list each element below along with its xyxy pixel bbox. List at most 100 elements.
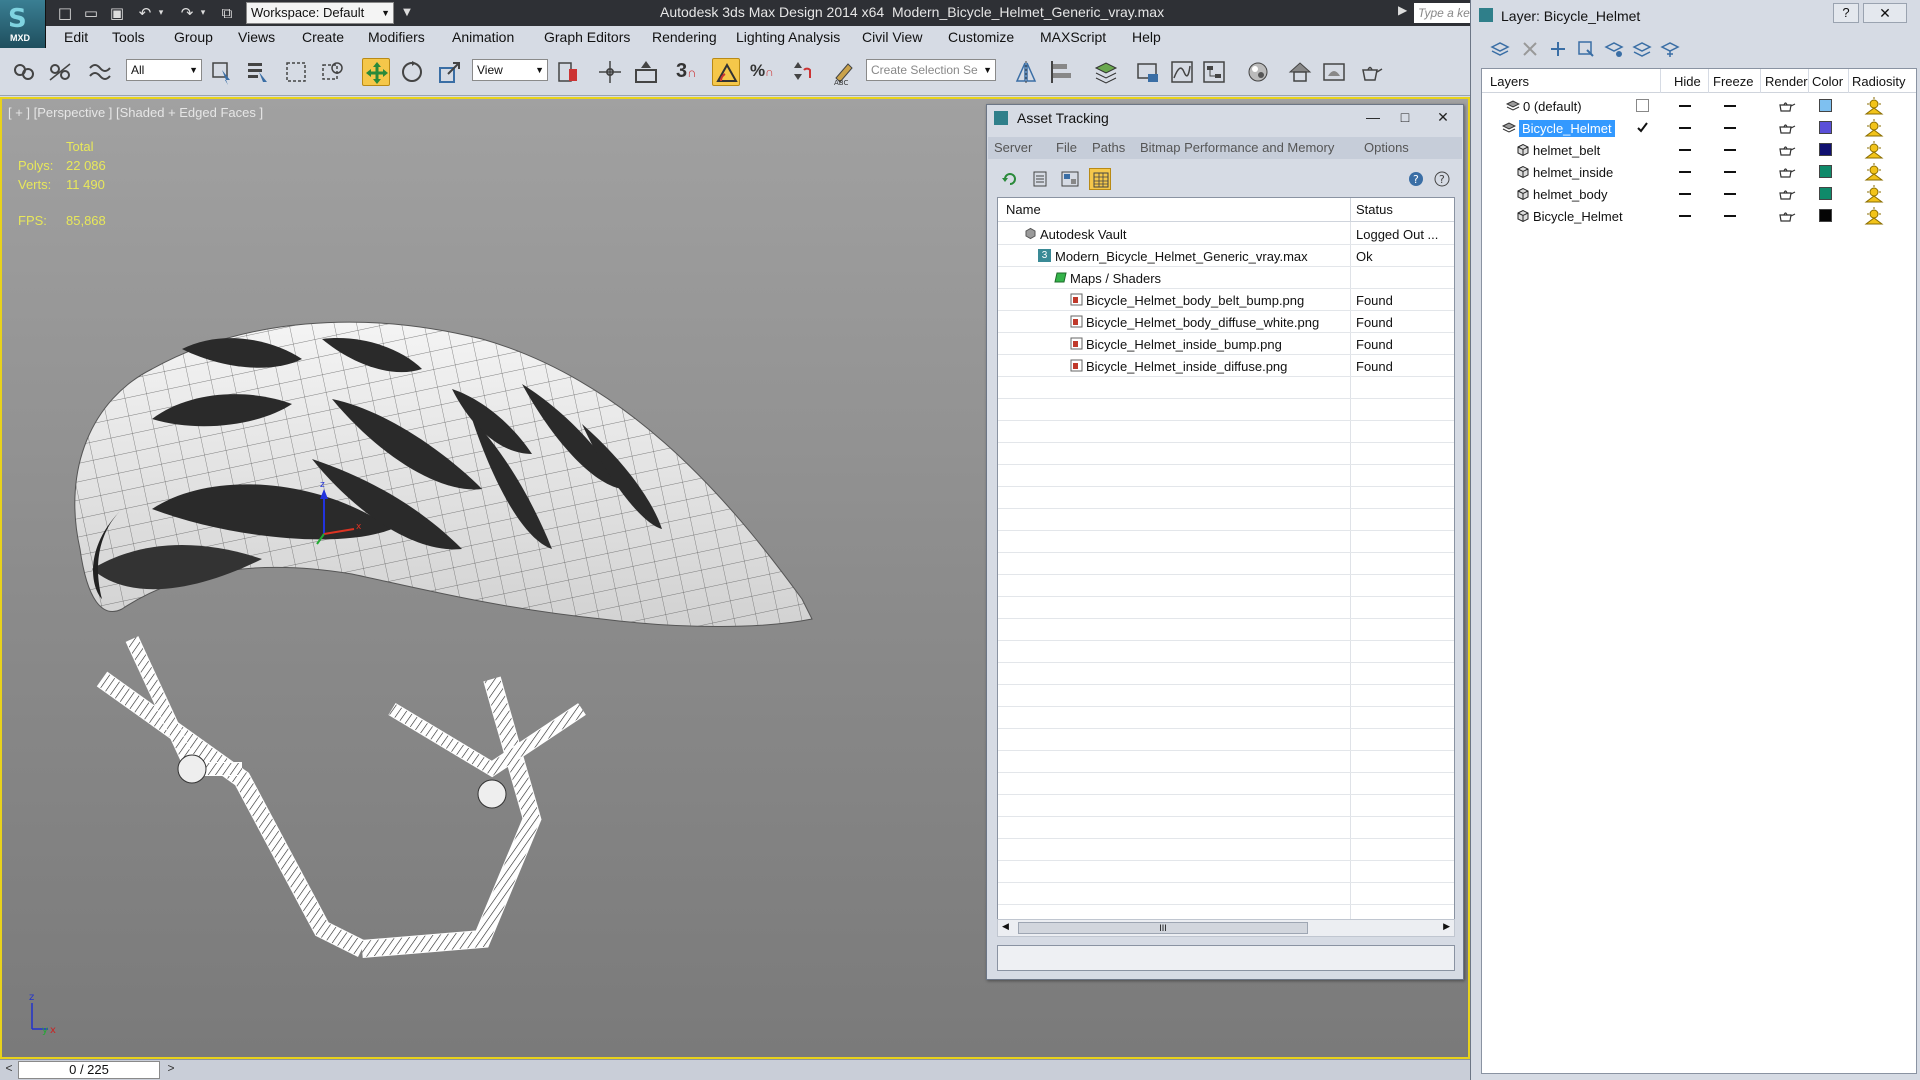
list-view-icon[interactable] — [1029, 168, 1051, 190]
select-object-icon[interactable] — [208, 58, 236, 86]
delete-layer-icon[interactable] — [1519, 38, 1541, 60]
render-teapot-icon[interactable] — [1776, 186, 1796, 202]
viewport-label[interactable]: [ + ] [Perspective ] [Shaded + Edged Fac… — [8, 105, 263, 120]
asset-menu-bitmap-performance[interactable]: Bitmap Performance and Memory — [1140, 140, 1334, 155]
refresh-icon[interactable] — [999, 168, 1021, 190]
keyboard-shortcut-override-icon[interactable] — [632, 58, 660, 86]
radiosity-icon[interactable] — [1863, 184, 1885, 204]
layer-manager-titlebar[interactable]: Layer: Bicycle_Helmet ? ✕ — [1471, 0, 1920, 30]
freeze-toggle[interactable] — [1724, 215, 1736, 217]
column-layers-header[interactable]: Layers — [1490, 74, 1529, 89]
layer-color-swatch[interactable] — [1819, 121, 1832, 134]
render-teapot-icon[interactable] — [1776, 164, 1796, 180]
menu-customize[interactable]: Customize — [948, 29, 1014, 45]
hide-toggle[interactable] — [1679, 193, 1691, 195]
link-icon[interactable] — [10, 58, 38, 86]
menu-civil-view[interactable]: Civil View — [862, 29, 922, 45]
hide-toggle[interactable] — [1679, 215, 1691, 217]
menu-group[interactable]: Group — [174, 29, 213, 45]
menu-views[interactable]: Views — [238, 29, 275, 45]
freeze-toggle[interactable] — [1724, 149, 1736, 151]
workspace-dropdown[interactable]: Workspace: Default ▼ — [246, 2, 394, 24]
save-icon[interactable]: ▣ — [106, 3, 128, 23]
customize-qat-icon[interactable]: ▼ — [396, 3, 418, 23]
asset-row[interactable]: 3 Modern_Bicycle_Helmet_Generic_vray.max… — [998, 245, 1454, 267]
asset-tracking-titlebar[interactable]: Asset Tracking — □ ✕ — [987, 105, 1463, 131]
redo-dropdown-icon[interactable]: ▾ — [192, 3, 214, 23]
project-folder-icon[interactable]: ⧉ — [216, 3, 238, 23]
layer-row[interactable]: Bicycle_Helmet — [1482, 117, 1916, 139]
menu-create[interactable]: Create — [302, 29, 344, 45]
selection-filter-dropdown[interactable]: All ▼ — [126, 59, 202, 81]
select-objects-in-layer-icon[interactable] — [1575, 38, 1597, 60]
named-selection-sets-dropdown[interactable]: Create Selection Se ▼ — [866, 59, 996, 81]
radiosity-icon[interactable] — [1863, 206, 1885, 226]
graphite-toolbar-icon[interactable] — [1134, 58, 1162, 86]
bind-space-warp-icon[interactable] — [86, 58, 114, 86]
asset-list[interactable]: Name Status Autodesk Vault Logged Out ..… — [997, 197, 1455, 937]
asset-menu-server[interactable]: Server — [994, 140, 1032, 155]
scale-icon[interactable] — [436, 58, 464, 86]
menu-help[interactable]: Help — [1132, 29, 1161, 45]
angle-snap-icon[interactable] — [712, 58, 740, 86]
freeze-toggle[interactable] — [1724, 127, 1736, 129]
asset-row[interactable]: Autodesk Vault Logged Out ... — [998, 223, 1454, 245]
radiosity-icon[interactable] — [1863, 140, 1885, 160]
search-input[interactable]: Type a ke — [1414, 3, 1470, 23]
thumbnail-view-icon[interactable] — [1059, 168, 1081, 190]
render-teapot-icon[interactable] — [1776, 98, 1796, 114]
asset-row[interactable]: Bicycle_Helmet_body_diffuse_white.png Fo… — [998, 311, 1454, 333]
current-layer-check-icon[interactable] — [1636, 121, 1649, 134]
layer-object-row[interactable]: helmet_inside — [1482, 161, 1916, 183]
help-icon[interactable]: ? — [1431, 168, 1453, 190]
chevron-right-icon[interactable]: ▶ — [1398, 3, 1407, 17]
material-editor-icon[interactable] — [1244, 58, 1272, 86]
minimize-icon[interactable]: — — [1359, 107, 1387, 127]
hide-toggle[interactable] — [1679, 127, 1691, 129]
freeze-toggle[interactable] — [1724, 193, 1736, 195]
window-crossing-icon[interactable] — [318, 58, 346, 86]
align-icon[interactable] — [1048, 58, 1076, 86]
radiosity-icon[interactable] — [1863, 96, 1885, 116]
snap-toggle-icon[interactable]: 3∩ — [676, 58, 704, 86]
rotate-icon[interactable] — [398, 58, 426, 86]
column-radiosity-header[interactable]: Radiosity — [1852, 74, 1905, 89]
scroll-left-icon[interactable]: ◀ — [1002, 921, 1009, 932]
open-file-icon[interactable]: ▭ — [80, 3, 102, 23]
pivot-center-icon[interactable] — [554, 58, 582, 86]
undo-dropdown-icon[interactable]: ▾ — [150, 3, 172, 23]
help-button[interactable]: ? — [1833, 3, 1859, 23]
render-production-teapot-icon[interactable] — [1356, 58, 1384, 86]
asset-menu-options[interactable]: Options — [1364, 140, 1409, 155]
freeze-unfreeze-all-icon[interactable] — [1659, 38, 1681, 60]
mirror-icon[interactable] — [1012, 58, 1040, 86]
column-freeze-header[interactable]: Freeze — [1713, 74, 1753, 89]
layer-color-swatch[interactable] — [1819, 187, 1832, 200]
hide-unhide-all-icon[interactable] — [1631, 38, 1653, 60]
asset-row[interactable]: Bicycle_Helmet_inside_diffuse.png Found — [998, 355, 1454, 377]
asset-menu-file[interactable]: File — [1056, 140, 1077, 155]
spinner-snap-icon[interactable] — [786, 58, 814, 86]
create-layer-icon[interactable] — [1489, 38, 1511, 60]
edit-named-selection-icon[interactable]: ABC — [830, 58, 858, 87]
render-teapot-icon[interactable] — [1776, 120, 1796, 136]
menu-animation[interactable]: Animation — [452, 29, 514, 45]
hide-toggle[interactable] — [1679, 149, 1691, 151]
layer-row[interactable]: 0 (default) — [1482, 95, 1916, 117]
asset-row[interactable]: Maps / Shaders — [998, 267, 1454, 289]
menu-tools[interactable]: Tools — [112, 29, 145, 45]
scroll-right-icon[interactable]: ▶ — [1443, 921, 1450, 932]
column-render-header[interactable]: Render — [1765, 74, 1808, 89]
column-color-header[interactable]: Color — [1812, 74, 1843, 89]
unlink-icon[interactable] — [46, 58, 74, 86]
layer-color-swatch[interactable] — [1819, 165, 1832, 178]
vault-help-icon[interactable]: ? — [1405, 168, 1427, 190]
menu-modifiers[interactable]: Modifiers — [368, 29, 425, 45]
hide-toggle[interactable] — [1679, 171, 1691, 173]
layer-color-swatch[interactable] — [1819, 99, 1832, 112]
render-setup-icon[interactable] — [1286, 58, 1314, 86]
column-hide-header[interactable]: Hide — [1674, 74, 1701, 89]
new-file-icon[interactable]: □ — [54, 3, 76, 23]
rectangular-selection-icon[interactable] — [282, 58, 310, 86]
time-slider[interactable]: 0 / 225 — [18, 1061, 160, 1079]
